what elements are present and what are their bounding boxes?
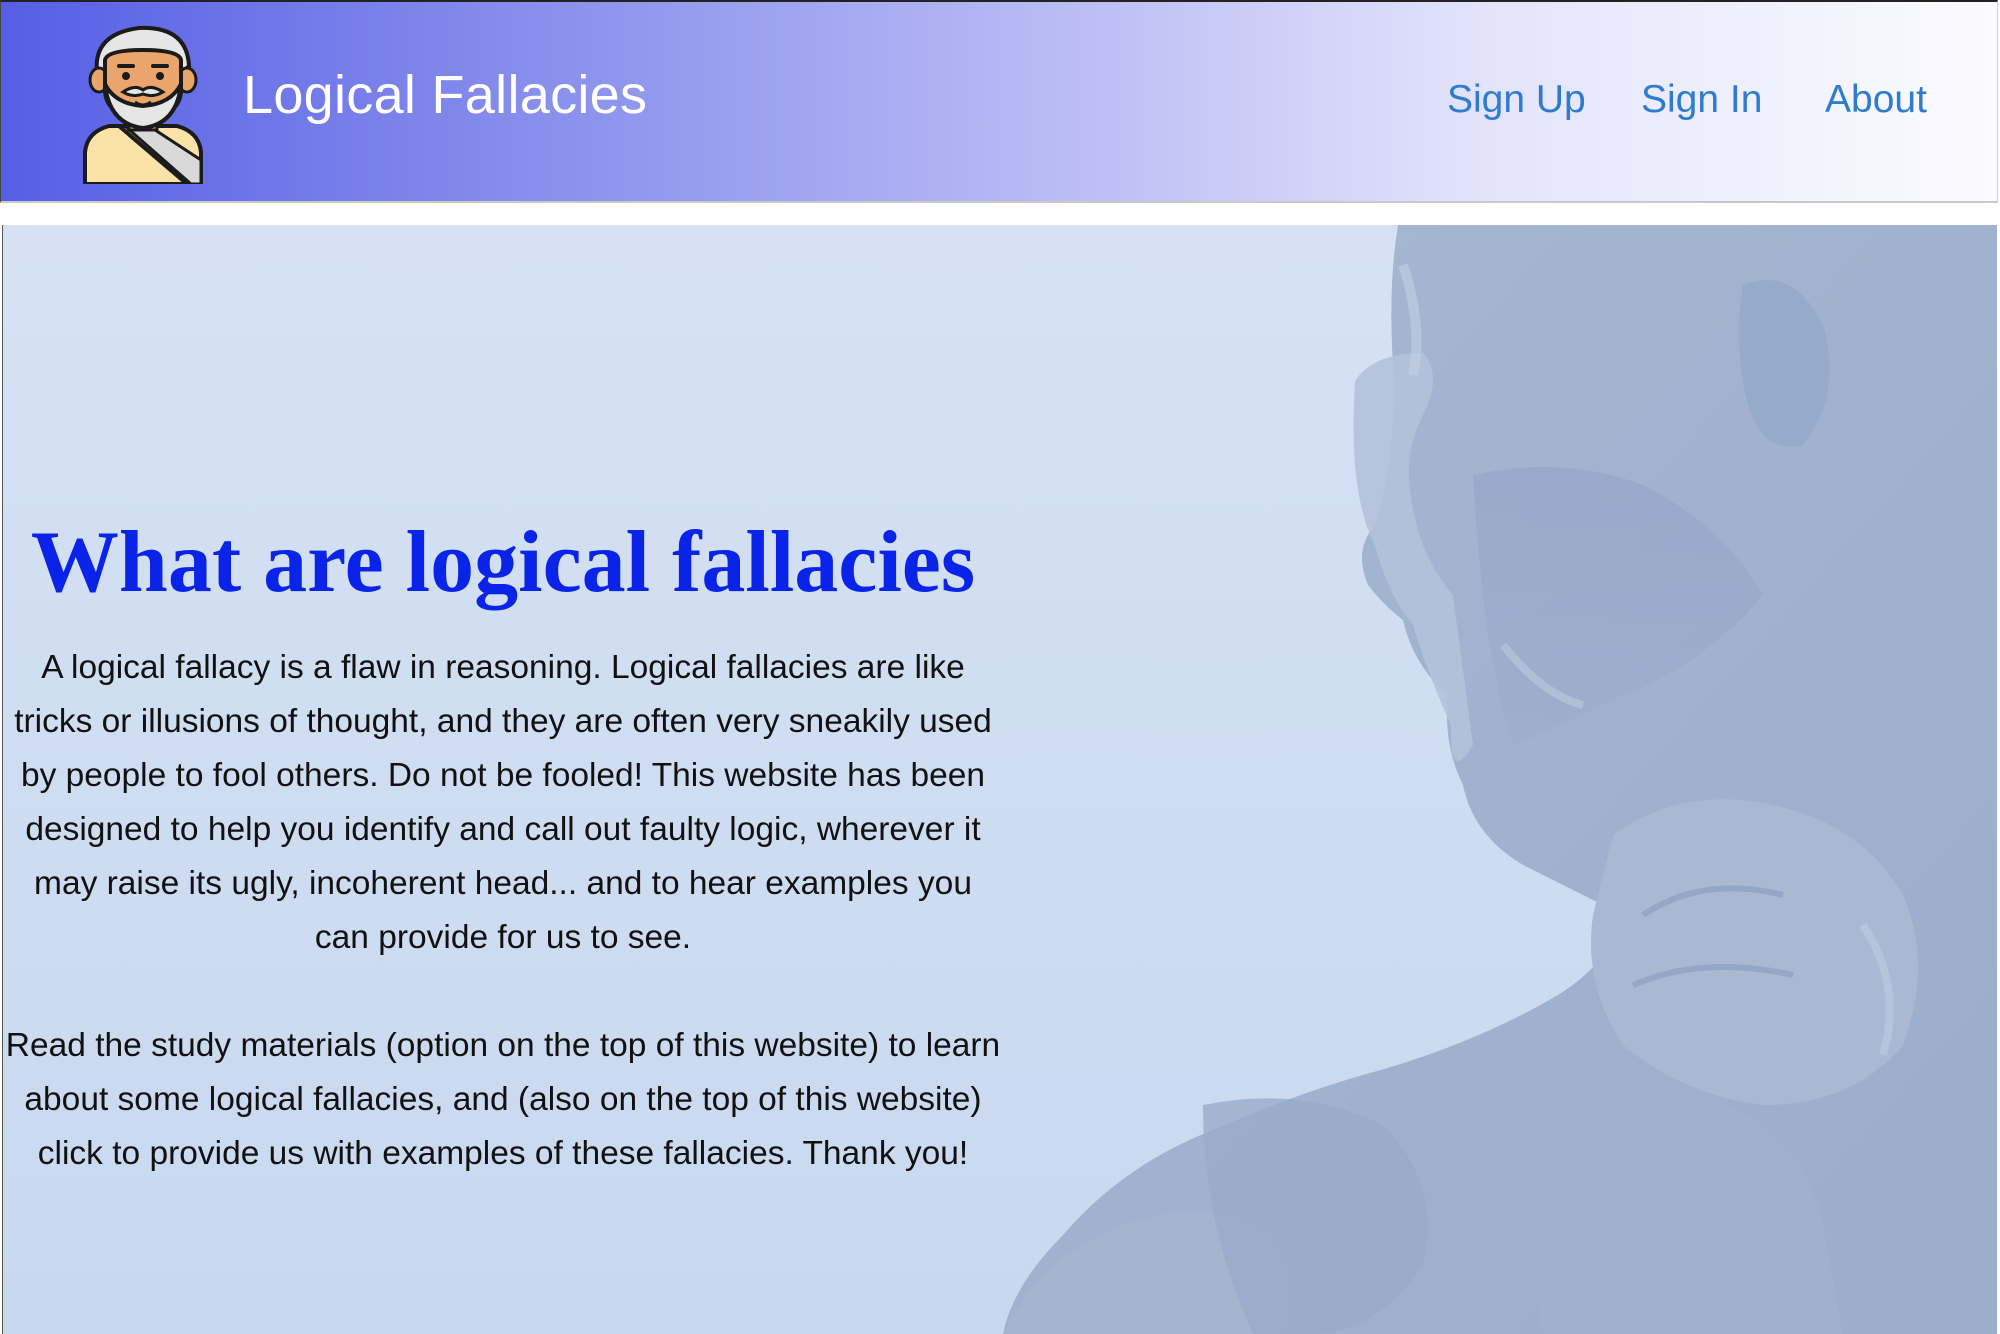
- main-heading: What are logical fallacies: [30, 514, 976, 611]
- philosopher-avatar-icon[interactable]: [79, 20, 207, 186]
- nav-link-about[interactable]: About: [1825, 78, 1927, 122]
- top-navbar: Logical Fallacies Sign Up Sign In About: [0, 0, 1998, 203]
- hero-section: What are logical fallacies A logical fal…: [2, 225, 1997, 1334]
- instructions-paragraph: Read the study materials (option on the …: [5, 1027, 1001, 1172]
- header-spacer: [0, 203, 2000, 225]
- site-title[interactable]: Logical Fallacies: [243, 64, 647, 126]
- nav-link-sign-in[interactable]: Sign In: [1641, 78, 1762, 122]
- intro-paragraph: A logical fallacy is a flaw in reasoning…: [14, 649, 992, 956]
- nav-link-sign-up[interactable]: Sign Up: [1447, 78, 1586, 122]
